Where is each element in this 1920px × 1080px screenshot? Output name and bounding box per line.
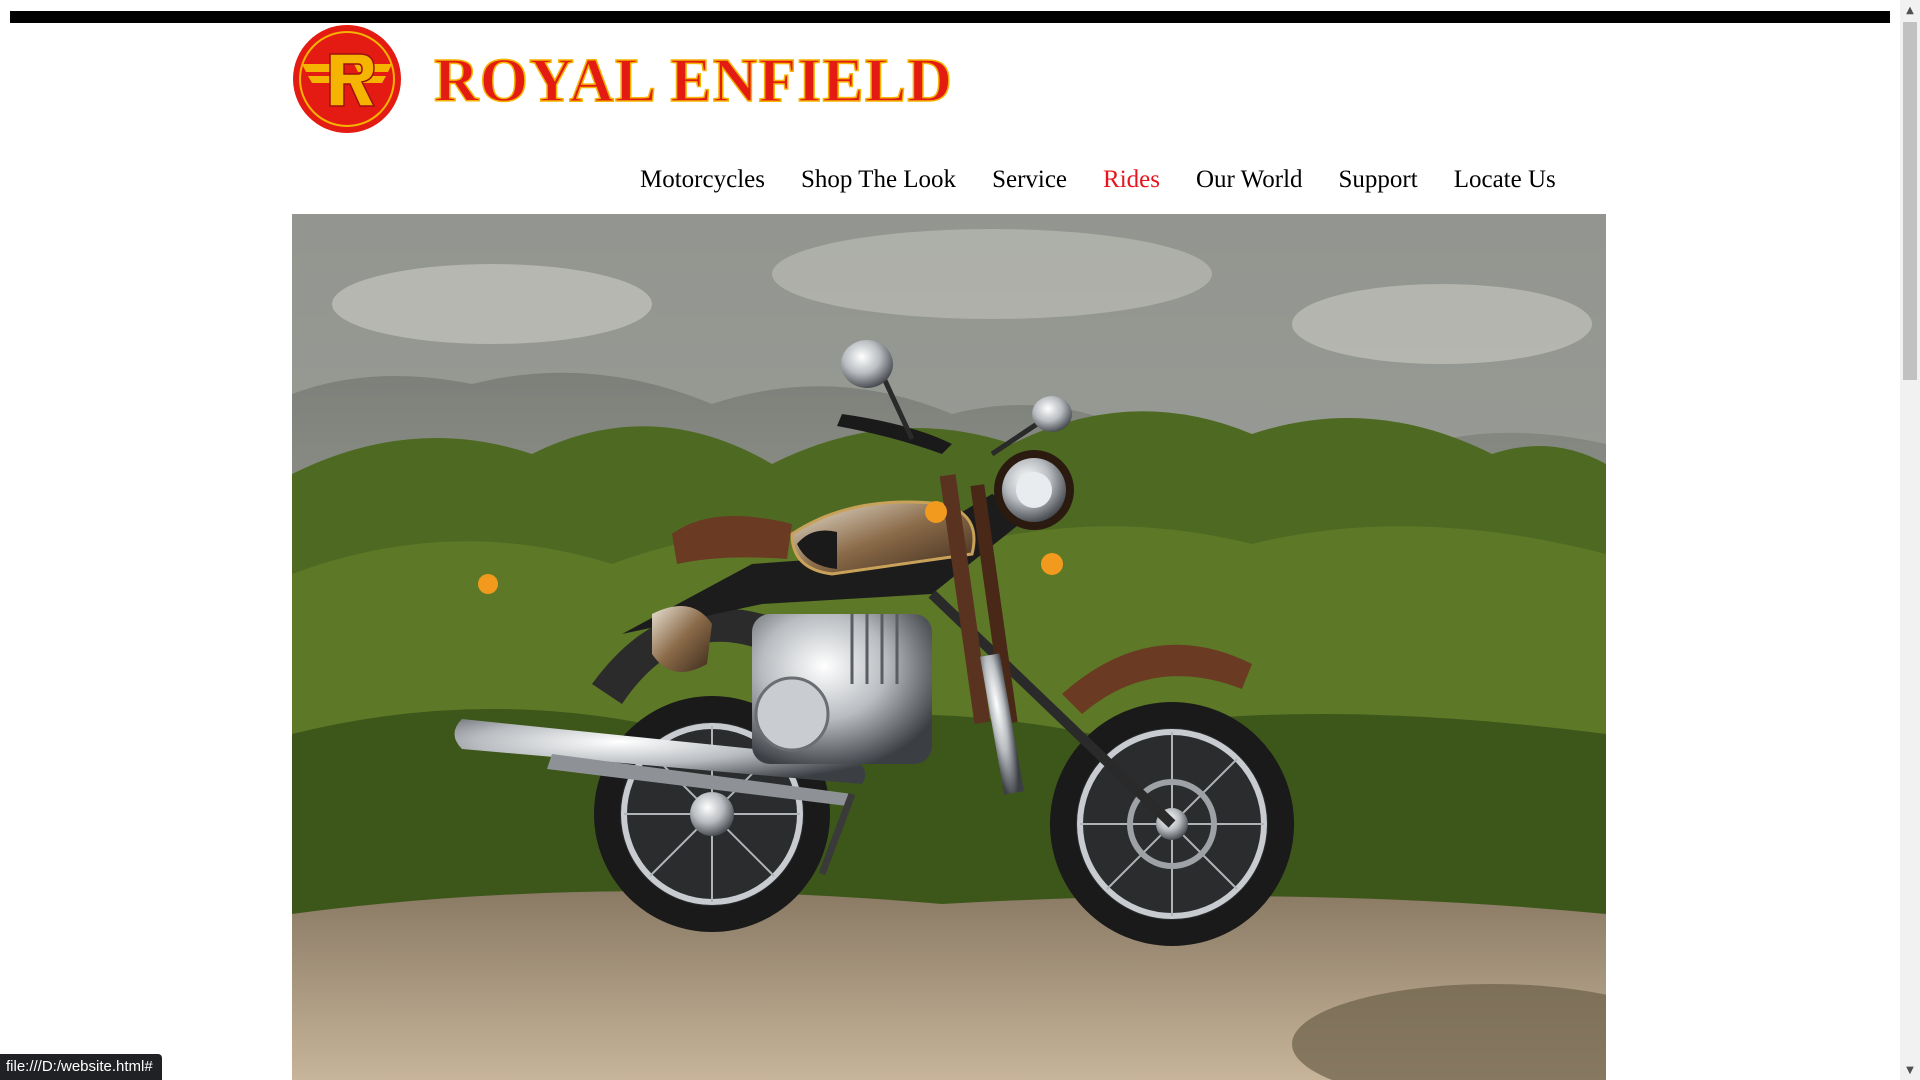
scroll-up-arrow-icon[interactable]: ▲	[1900, 0, 1920, 20]
nav-link-shop-the-look[interactable]: Shop The Look	[801, 166, 956, 194]
royal-enfield-wordmark[interactable]: Royal Enfield	[433, 46, 952, 116]
top-black-bar	[10, 11, 1890, 23]
nav-link-support[interactable]: Support	[1339, 166, 1418, 194]
scroll-down-arrow-icon[interactable]: ▼	[1900, 1060, 1920, 1080]
nav-link-service[interactable]: Service	[992, 166, 1067, 194]
royal-enfield-emblem-logo[interactable]	[290, 24, 404, 134]
vertical-scrollbar[interactable]: ▲ ▼	[1900, 0, 1920, 1080]
hero-motorcycle-image	[292, 214, 1606, 1080]
scrollbar-thumb[interactable]	[1903, 22, 1917, 380]
nav-link-rides[interactable]: Rides	[1103, 166, 1160, 194]
emblem-icon	[293, 25, 401, 133]
link-status-bar: file:///D:/website.html#	[0, 1054, 162, 1080]
nav-link-our-world[interactable]: Our World	[1196, 166, 1303, 194]
main-navigation: Motorcycles Shop The Look Service Rides …	[640, 160, 1556, 200]
browser-viewport: Royal Enfield Motorcycles Shop The Look …	[0, 0, 1920, 1080]
motorcycle-photo	[292, 214, 1606, 1080]
nav-link-locate-us[interactable]: Locate Us	[1454, 166, 1556, 194]
nav-link-motorcycles[interactable]: Motorcycles	[640, 166, 765, 194]
